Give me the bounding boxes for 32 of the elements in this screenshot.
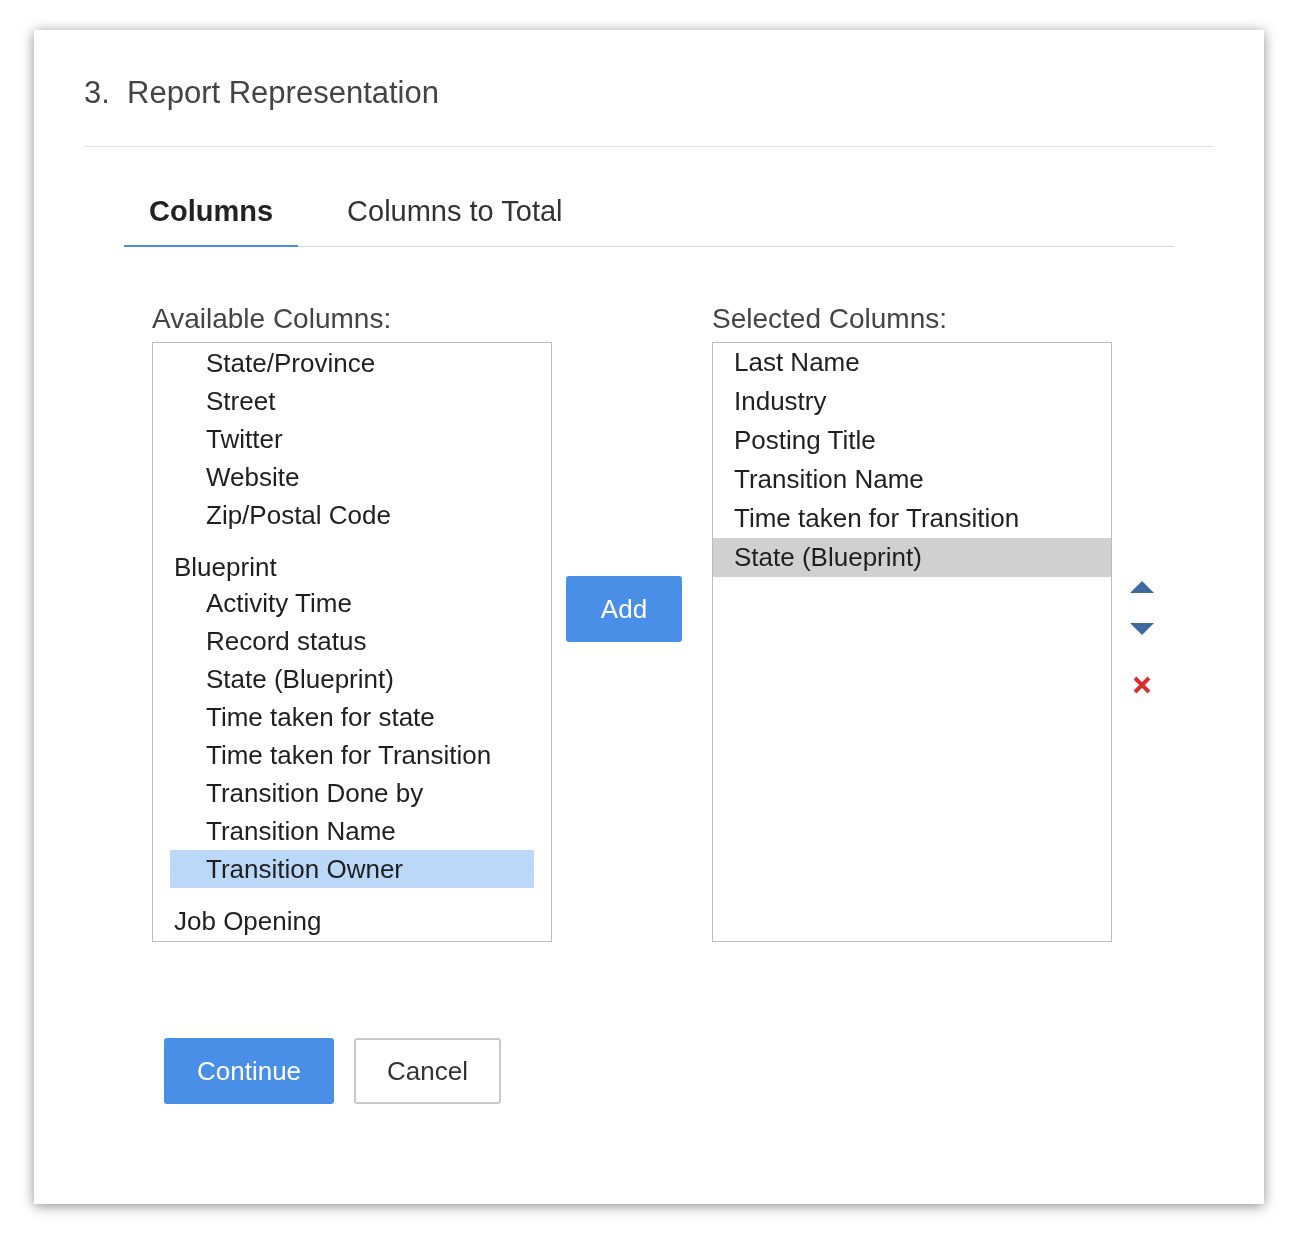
group-header: Blueprint	[173, 551, 278, 584]
cancel-button[interactable]: Cancel	[354, 1038, 501, 1104]
list-label: Selected Columns:	[712, 302, 948, 336]
list-item[interactable]: State (Blueprint)	[170, 660, 534, 698]
list-item[interactable]: Time taken for Transition	[170, 736, 534, 774]
list-item[interactable]: Transition Name	[713, 460, 1111, 499]
move-down-icon[interactable]	[1130, 623, 1154, 635]
list-item[interactable]: Posting Title	[713, 421, 1111, 460]
list-item[interactable]: Time taken for Transition	[713, 499, 1111, 538]
selected-columns-list[interactable]: Last Name Industry Posting Title Transition Name Time taken for Transition State (Blueprint)	[712, 342, 1112, 942]
tab[interactable]: Columns to Total	[322, 183, 588, 247]
list-item[interactable]: Twitter	[170, 420, 534, 458]
list-item[interactable]: Time taken for state	[170, 698, 534, 736]
section-title: 3. Report Representation	[84, 74, 440, 112]
move-up-icon[interactable]	[1130, 581, 1154, 593]
list-item[interactable]: Transition Owner	[170, 850, 534, 888]
list-item[interactable]: Activity Time	[170, 584, 534, 622]
tab[interactable]: Columns	[124, 183, 299, 247]
list-item[interactable]: Transition Done by	[170, 774, 534, 812]
list-item[interactable]: Last Name	[713, 343, 1111, 382]
list-item[interactable]: Record status	[170, 622, 534, 660]
list-item[interactable]: Street	[170, 382, 534, 420]
close-icon[interactable]	[1132, 675, 1152, 695]
list-item[interactable]: Industry	[713, 382, 1111, 421]
available-columns-list[interactable]	[152, 342, 552, 942]
list-item[interactable]: Zip/Postal Code	[170, 496, 534, 534]
list-item[interactable]: Website	[170, 458, 534, 496]
list-item[interactable]: Transition Name	[170, 812, 534, 850]
group-header: Job Opening	[173, 905, 323, 938]
list-item[interactable]: State (Blueprint)	[713, 538, 1111, 577]
list-item[interactable]: State/Province	[170, 344, 534, 382]
list-label: Available Columns:	[152, 302, 393, 336]
